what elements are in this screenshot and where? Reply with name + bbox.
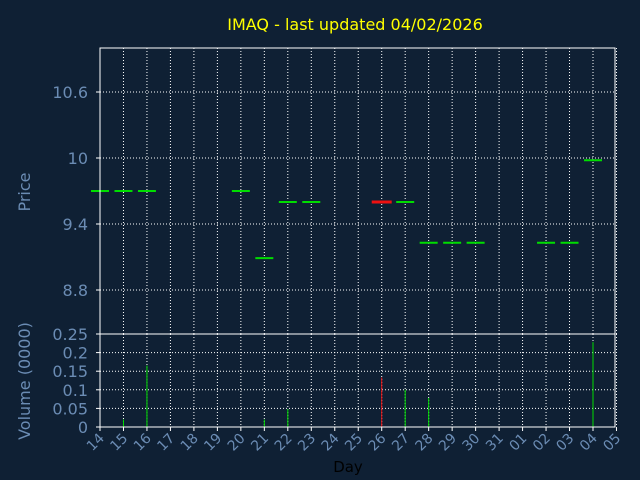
x-tick-label: 19 — [201, 431, 225, 455]
volume-y-tick-label: 0.2 — [63, 344, 88, 363]
chart-svg: IMAQ - last updated 04/02/2026 Price Vol… — [15, 15, 624, 476]
x-tick-label: 02 — [530, 431, 554, 455]
price-plot-frame — [99, 47, 616, 335]
x-tick-label: 24 — [319, 430, 343, 454]
volume-axis-label: Volume (0000) — [15, 322, 34, 440]
x-tick-label: 28 — [413, 431, 437, 455]
chart-canvas: IMAQ - last updated 04/02/2026 Price Vol… — [0, 0, 640, 480]
x-tick-label: 22 — [272, 431, 296, 455]
x-tick-label: 05 — [600, 431, 624, 455]
x-tick-label: 31 — [483, 431, 507, 455]
volume-plot-frame — [99, 333, 616, 428]
price-grid — [100, 48, 617, 334]
chart-title: IMAQ - last updated 04/02/2026 — [227, 15, 483, 34]
price-y-tick-label: 10 — [68, 149, 88, 168]
x-tick-label: 30 — [460, 431, 484, 455]
price-y-tick-label: 10.6 — [52, 83, 88, 102]
price-axis-label: Price — [15, 172, 34, 211]
volume-y-tick-label: 0.15 — [52, 362, 88, 381]
volume-grid — [100, 334, 617, 427]
volume-y-tick-label: 0.1 — [63, 381, 88, 400]
volume-y-tick-label: 0 — [78, 418, 88, 437]
volume-marks — [122, 342, 594, 427]
volume-y-tick-label: 0.25 — [52, 325, 88, 344]
x-axis-label: Day — [333, 458, 363, 476]
x-tick-label: 18 — [178, 431, 202, 455]
price-marks — [91, 159, 602, 260]
x-tick-label: 01 — [506, 431, 530, 455]
x-tick-label: 26 — [366, 430, 390, 454]
volume-y-tick-label: 0.05 — [52, 399, 88, 418]
x-tick-labels: 14 15 16 17 18 19 20 21 22 23 24 25 26 27 28 29 30 31 01 02… — [84, 427, 624, 454]
x-tick-label: 16 — [131, 430, 155, 454]
x-tick-label: 27 — [389, 431, 413, 455]
x-tick-label: 15 — [107, 431, 131, 455]
x-tick-label: 29 — [436, 431, 460, 455]
price-y-tick-label: 9.4 — [63, 215, 88, 234]
x-tick-label: 03 — [553, 431, 577, 455]
x-tick-label: 23 — [295, 431, 319, 455]
x-tick-label: 21 — [248, 431, 272, 455]
y-tick-labels: 8.8 9.4 10 10.6 00.050.10.150.20.25 — [52, 83, 100, 437]
x-tick-label: 04 — [577, 430, 601, 454]
x-tick-label: 25 — [342, 431, 366, 455]
price-y-tick-label: 8.8 — [63, 281, 88, 300]
x-tick-label: 17 — [154, 431, 178, 455]
x-tick-label: 20 — [225, 431, 249, 455]
